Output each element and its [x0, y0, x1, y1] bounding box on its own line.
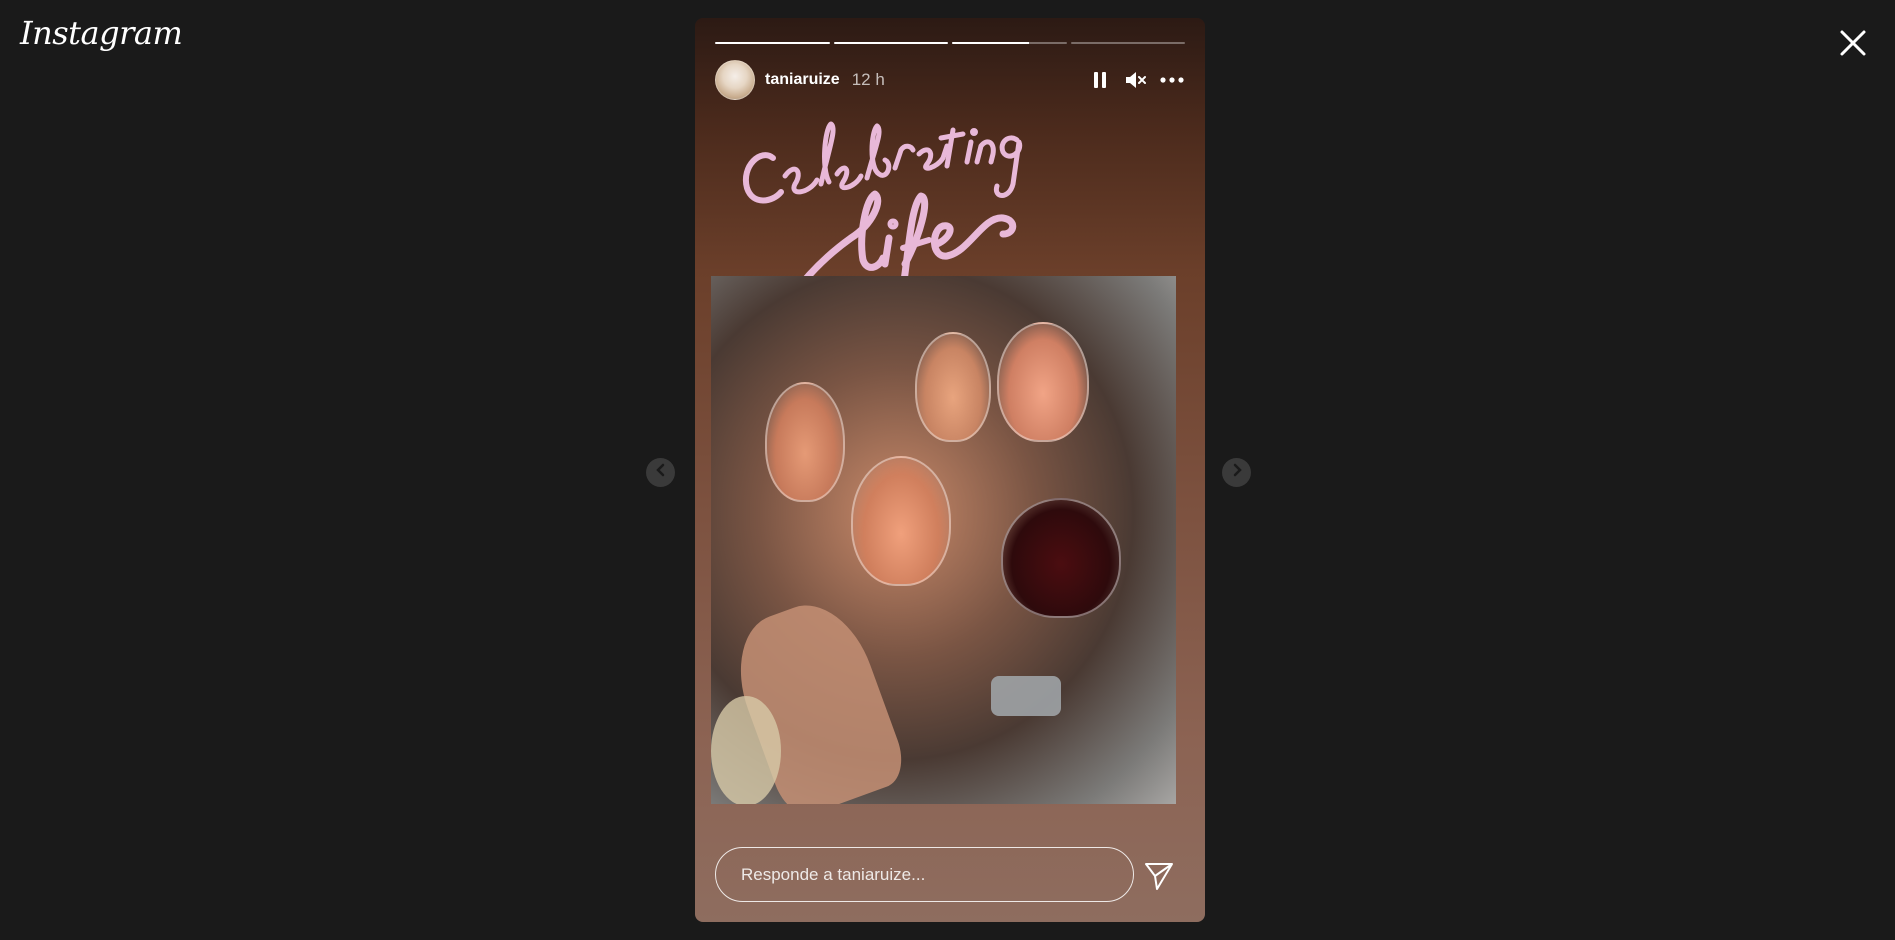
pause-icon[interactable]: [1087, 67, 1113, 93]
progress-segment-2: [833, 42, 948, 44]
progress-fill: [833, 42, 948, 44]
muted-speaker-icon[interactable]: [1123, 67, 1149, 93]
close-icon[interactable]: [1836, 26, 1870, 60]
instagram-logo[interactable]: Instagram: [20, 14, 183, 52]
progress-segment-3: [952, 42, 1067, 44]
progress-fill: [715, 42, 830, 44]
chevron-right-icon: [1230, 463, 1244, 482]
story-progress-bar: [715, 42, 1185, 44]
progress-fill: [952, 42, 1029, 44]
username[interactable]: taniaruize: [765, 71, 840, 89]
next-story-button[interactable]: [1222, 458, 1251, 487]
story-photo: [711, 276, 1176, 804]
reply-input[interactable]: [715, 847, 1134, 902]
previous-story-button[interactable]: [646, 458, 675, 487]
story-timestamp: 12 h: [851, 70, 885, 89]
progress-segment-4: [1070, 42, 1185, 44]
send-icon[interactable]: [1143, 860, 1175, 892]
chevron-left-icon: [654, 463, 668, 482]
story-viewer[interactable]: taniaruize 12 h: [695, 18, 1205, 922]
more-options-icon[interactable]: [1159, 67, 1185, 93]
story-controls: [1087, 67, 1185, 93]
progress-segment-1: [715, 42, 830, 44]
